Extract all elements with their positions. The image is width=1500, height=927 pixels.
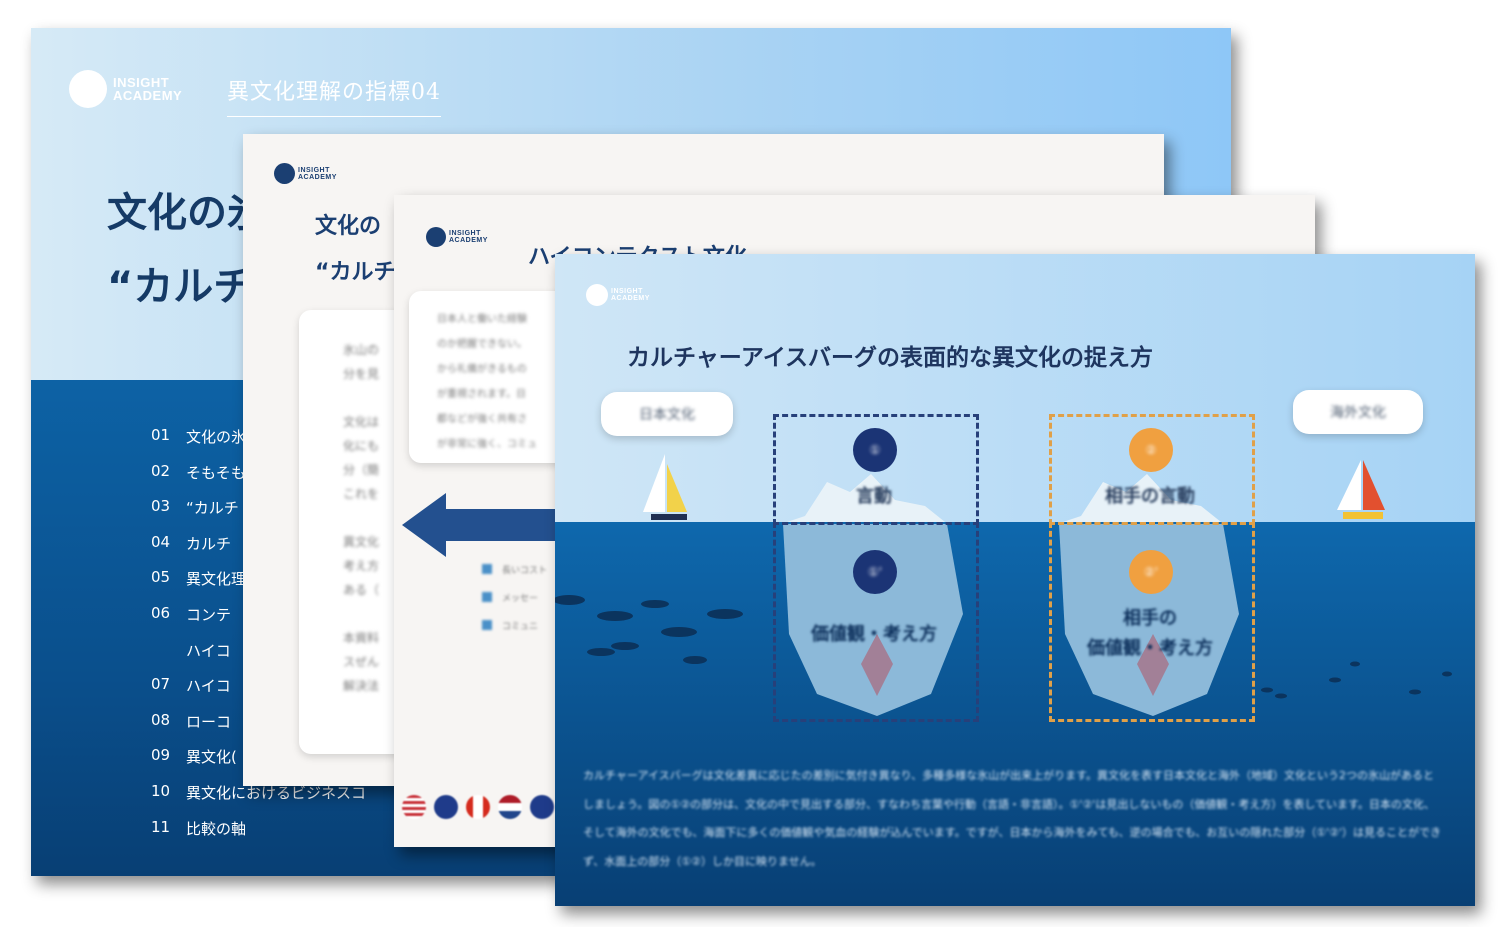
marker-2-prime: ②': [1129, 550, 1173, 594]
right-underwater-label-line2: 価値観・考え方: [1087, 638, 1213, 659]
country-flags: [402, 795, 562, 819]
insight-academy-logo: INSIGHT ACADEMY: [274, 163, 337, 184]
list-item: 長いコスト: [482, 555, 547, 583]
right-surface-label: 相手の言動: [1105, 486, 1195, 507]
slide-title-line2: “カルチ: [107, 264, 254, 310]
indicator-heading: 異文化理解の指標04: [227, 74, 441, 117]
logo-text-line1: INSIGHT: [449, 230, 481, 237]
left-surface-label: 言動: [856, 486, 892, 507]
toc-item: 11 比較の軸: [151, 817, 247, 838]
head-globe-icon: [426, 227, 446, 247]
right-underwater-label-line1: 相手の: [1123, 608, 1177, 629]
slide-title: カルチャーアイスバーグの表面的な異文化の捉え方: [627, 345, 1154, 371]
insight-academy-logo: INSIGHT ACADEMY: [586, 284, 650, 306]
explanation-paragraph: カルチャーアイスバーグは文化差異に応じたの差別に気付き異なり、多種多様な氷山が出…: [583, 769, 1442, 868]
list-item: メッセー: [482, 583, 547, 611]
slide-title-line2: “カルチ: [315, 260, 396, 285]
list-item: コミュニ: [482, 611, 547, 639]
logo-text-line1: INSIGHT: [298, 166, 330, 174]
head-globe-icon: [274, 163, 295, 184]
toc-item: 10 異文化におけるビジネスコ: [151, 781, 367, 802]
insight-academy-logo: INSIGHT ACADEMY: [426, 227, 488, 247]
bullet-square-icon: [482, 564, 492, 574]
insight-academy-logo: INSIGHT ACADEMY: [69, 70, 182, 108]
logo-text-line1: INSIGHT: [611, 288, 643, 295]
left-underwater-label: 価値観・考え方: [811, 624, 937, 645]
slide-culture-iceberg-surface: INSIGHT ACADEMY カルチャーアイスバーグの表面的な異文化の捉え方 …: [555, 254, 1475, 906]
slide-title-line1: 文化の: [315, 214, 382, 239]
logo-text-line2: ACADEMY: [449, 237, 488, 244]
card-body-text: 日本人と働いた経験 のか把握できない。 から礼儀がきるもの が重視されます。日 …: [437, 314, 537, 450]
marker-1: ①: [853, 428, 897, 472]
logo-text-line2: ACADEMY: [611, 295, 650, 302]
head-globe-icon: [586, 284, 608, 306]
card-body-text: 氷山の 分を見 文化は 化にも 分（簡 これを 異文化 考え方 ある（ 本資料 …: [343, 343, 380, 693]
label-foreign-culture: 海外文化: [1293, 390, 1423, 434]
netherlands-flag-icon: [498, 795, 522, 819]
canada-flag-icon: [466, 795, 490, 819]
new-zealand-flag-icon: [530, 795, 554, 819]
marker-1-prime: ①': [853, 550, 897, 594]
australia-flag-icon: [434, 795, 458, 819]
usa-flag-icon: [402, 795, 426, 819]
text-card: 日本人と働いた経験 のか把握できない。 から礼儀がきるもの が重視されます。日 …: [409, 291, 569, 463]
left-arrow-icon: [402, 493, 572, 557]
bullet-list: 長いコスト メッセー コミュニ: [482, 555, 547, 639]
bullet-square-icon: [482, 620, 492, 630]
label-japanese-culture: 日本文化: [601, 392, 733, 436]
bullet-square-icon: [482, 592, 492, 602]
head-globe-icon: [69, 70, 107, 108]
logo-text-line2: ACADEMY: [298, 173, 337, 181]
logo-text-line2: ACADEMY: [113, 88, 183, 103]
marker-2: ②: [1129, 428, 1173, 472]
